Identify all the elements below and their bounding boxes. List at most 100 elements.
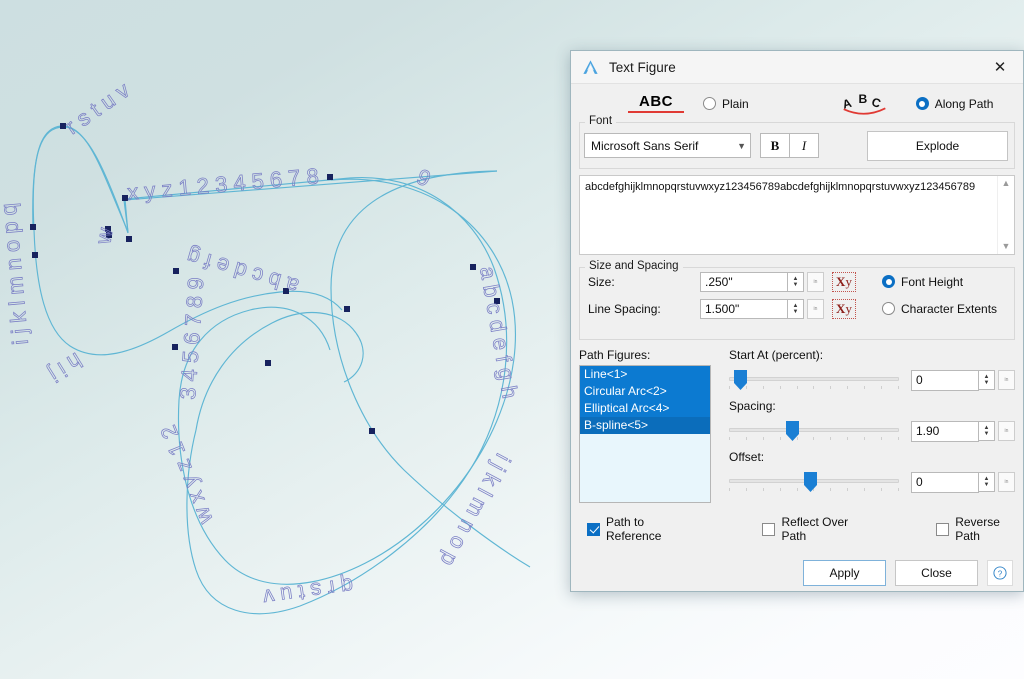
radio-character-extents-indicator[interactable] bbox=[882, 302, 895, 315]
dialog-title: Text Figure bbox=[609, 59, 676, 75]
slider-thumb[interactable] bbox=[804, 472, 818, 492]
help-icon[interactable]: ? bbox=[987, 560, 1013, 586]
line-spacing-input[interactable]: 1.500" bbox=[700, 298, 788, 319]
slider-group: Offset: 0 ▲ ▼ in bbox=[729, 450, 1015, 495]
svg-text:i j k l m n o p q: i j k l m n o p q bbox=[0, 202, 33, 345]
slider-unit-button[interactable]: in bbox=[998, 472, 1015, 492]
xy-y-glyph-2: y bbox=[845, 301, 852, 316]
italic-button[interactable]: I bbox=[789, 133, 819, 158]
slider-row: 1.90 ▲ ▼ in bbox=[729, 418, 1015, 444]
size-and-spacing-group: Size and Spacing Size: .250" ▲ ▼ in Xy Fo… bbox=[579, 260, 1015, 340]
scroll-up-icon[interactable]: ▲ bbox=[1002, 179, 1011, 188]
text-entry-scrollbar[interactable]: ▲ ▼ bbox=[997, 176, 1014, 254]
slider-stepper[interactable]: ▲ ▼ bbox=[979, 472, 995, 492]
font-family-combobox[interactable]: Microsoft Sans Serif ▼ bbox=[584, 133, 751, 158]
options-checkbox-row: Path to Reference Reflect Over Path Revers… bbox=[579, 515, 1015, 543]
checkbox-label: Reverse Path bbox=[955, 515, 1000, 543]
slider-value-box: 1.90 ▲ ▼ in bbox=[911, 420, 1015, 442]
radio-font-height-label: Font Height bbox=[901, 274, 964, 289]
along-path-preview-icon: A B C bbox=[842, 92, 886, 115]
scroll-down-icon[interactable]: ▼ bbox=[1002, 242, 1011, 251]
radio-font-height[interactable]: Font Height bbox=[882, 275, 963, 289]
checkbox-reflect-over-path[interactable]: Reflect Over Path bbox=[762, 515, 860, 543]
slider-track-area[interactable] bbox=[729, 469, 899, 495]
radio-along-path[interactable]: Along Path bbox=[915, 97, 993, 111]
radio-plain-indicator[interactable] bbox=[703, 97, 716, 110]
size-xy-button[interactable]: Xy bbox=[832, 271, 856, 292]
line-spacing-stepper[interactable]: ▲ ▼ bbox=[788, 298, 804, 319]
line-spacing-label: Line Spacing: bbox=[588, 301, 661, 316]
slider-value-input[interactable]: 0 bbox=[911, 369, 979, 391]
slider-thumb[interactable] bbox=[733, 370, 747, 390]
dialog-titlebar[interactable]: Text Figure ✕ bbox=[571, 51, 1023, 84]
slider-unit-button[interactable]: in bbox=[998, 370, 1015, 390]
path-curve-group bbox=[32, 125, 531, 585]
slider-unit-button[interactable]: in bbox=[998, 421, 1015, 441]
size-unit-button[interactable]: in bbox=[807, 271, 824, 292]
size-input[interactable]: .250" bbox=[700, 271, 788, 292]
slider-stepper[interactable]: ▲ ▼ bbox=[979, 421, 995, 441]
svg-text:i j k l m n o p: i j k l m n o p bbox=[436, 450, 516, 571]
radio-font-height-indicator[interactable] bbox=[882, 275, 895, 288]
slider-ticks bbox=[729, 386, 899, 390]
font-family-value: Microsoft Sans Serif bbox=[591, 138, 699, 153]
svg-text:3 4 5 6 7 8 9: 3 4 5 6 7 8 9 bbox=[175, 277, 208, 401]
slider-group: Start At (percent): 0 ▲ ▼ in bbox=[729, 348, 1015, 393]
svg-text:B: B bbox=[858, 92, 867, 106]
slider-value-box: 0 ▲ ▼ in bbox=[911, 369, 1015, 391]
checkbox-indicator[interactable] bbox=[762, 522, 776, 536]
path-figures-list[interactable]: Line<1> Circular Arc<2> Elliptical Arc<4> B… bbox=[579, 365, 711, 503]
slider-ticks bbox=[729, 437, 899, 441]
bold-button[interactable]: B bbox=[760, 133, 790, 158]
xy-y-glyph: y bbox=[845, 274, 852, 289]
slider-thumb[interactable] bbox=[785, 421, 799, 441]
radio-along-path-indicator[interactable] bbox=[915, 97, 929, 110]
slider-track[interactable] bbox=[729, 428, 899, 432]
close-button[interactable]: Close bbox=[895, 560, 978, 586]
path-and-sliders-row: Path Figures: Line<1> Circular Arc<2> Elli… bbox=[579, 348, 1015, 503]
svg-text:h i j: h i j bbox=[44, 348, 86, 387]
apply-button[interactable]: Apply bbox=[803, 560, 886, 586]
checkbox-indicator[interactable] bbox=[936, 522, 950, 536]
figure-outline bbox=[32, 126, 508, 615]
checkbox-indicator[interactable] bbox=[587, 522, 600, 536]
radio-character-extents[interactable]: Character Extents bbox=[882, 302, 997, 316]
cad-drawing-canvas[interactable]: i j k l m n o p q r s t u v w x y z 1 2 … bbox=[0, 0, 620, 679]
dialog-button-row: Apply Close ? bbox=[579, 560, 1015, 586]
svg-text:x y z 1 2 3 4 5 6 7 8: x y z 1 2 3 4 5 6 7 8 bbox=[126, 163, 319, 205]
slider-group: Spacing: 1.90 ▲ ▼ in bbox=[729, 399, 1015, 444]
text-entry-area[interactable]: abcdefghijklmnopqrstuvwxyz123456789abcde… bbox=[579, 175, 1015, 255]
slider-track[interactable] bbox=[729, 377, 899, 381]
explode-button[interactable]: Explode bbox=[867, 130, 1008, 161]
text-along-path-glyphs: i j k l m n o p q r s t u v w x y z 1 2 … bbox=[0, 77, 523, 611]
checkbox-reverse-path[interactable]: Reverse Path bbox=[936, 515, 1015, 543]
line-spacing-row: Line Spacing: 1.500" ▲ ▼ in Xy Character … bbox=[580, 295, 1014, 322]
path-figures-label: Path Figures: bbox=[579, 348, 651, 362]
line-spacing-unit-button[interactable]: in bbox=[807, 298, 824, 319]
dialog-body: ABC Plain A B C Along Path Font Microsof… bbox=[571, 84, 1023, 592]
slider-track-area[interactable] bbox=[729, 418, 899, 444]
slider-value-box: 0 ▲ ▼ in bbox=[911, 471, 1015, 493]
checkbox-path-to-reference[interactable]: Path to Reference bbox=[587, 515, 686, 543]
text-entry-value[interactable]: abcdefghijklmnopqrstuvwxyz123456789abcde… bbox=[580, 176, 997, 254]
slider-label: Start At (percent): bbox=[729, 348, 824, 362]
slider-value-input[interactable]: 1.90 bbox=[911, 420, 979, 442]
text-mode-row: ABC Plain A B C Along Path bbox=[579, 84, 1015, 120]
slider-stepper[interactable]: ▲ ▼ bbox=[979, 370, 995, 390]
path-figure-item[interactable]: Line<1> bbox=[580, 366, 710, 383]
line-spacing-xy-button[interactable]: Xy bbox=[832, 298, 856, 319]
path-figure-item[interactable]: Elliptical Arc<4> bbox=[580, 400, 710, 417]
text-figure-dialog[interactable]: Text Figure ✕ ABC Plain A B C Along Path… bbox=[570, 50, 1024, 592]
plain-preview-icon: ABC bbox=[628, 94, 684, 113]
close-icon[interactable]: ✕ bbox=[983, 53, 1017, 81]
slider-track-area[interactable] bbox=[729, 367, 899, 393]
slider-row: 0 ▲ ▼ in bbox=[729, 367, 1015, 393]
slider-value-input[interactable]: 0 bbox=[911, 471, 979, 493]
size-label: Size: bbox=[588, 274, 615, 289]
path-figure-item[interactable]: Circular Arc<2> bbox=[580, 383, 710, 400]
path-figure-item[interactable]: B-spline<5> bbox=[580, 417, 710, 434]
size-stepper[interactable]: ▲ ▼ bbox=[788, 271, 804, 292]
size-and-spacing-label: Size and Spacing bbox=[585, 260, 683, 272]
radio-plain[interactable]: Plain bbox=[703, 97, 749, 111]
chevron-down-icon: ▼ bbox=[737, 140, 746, 151]
